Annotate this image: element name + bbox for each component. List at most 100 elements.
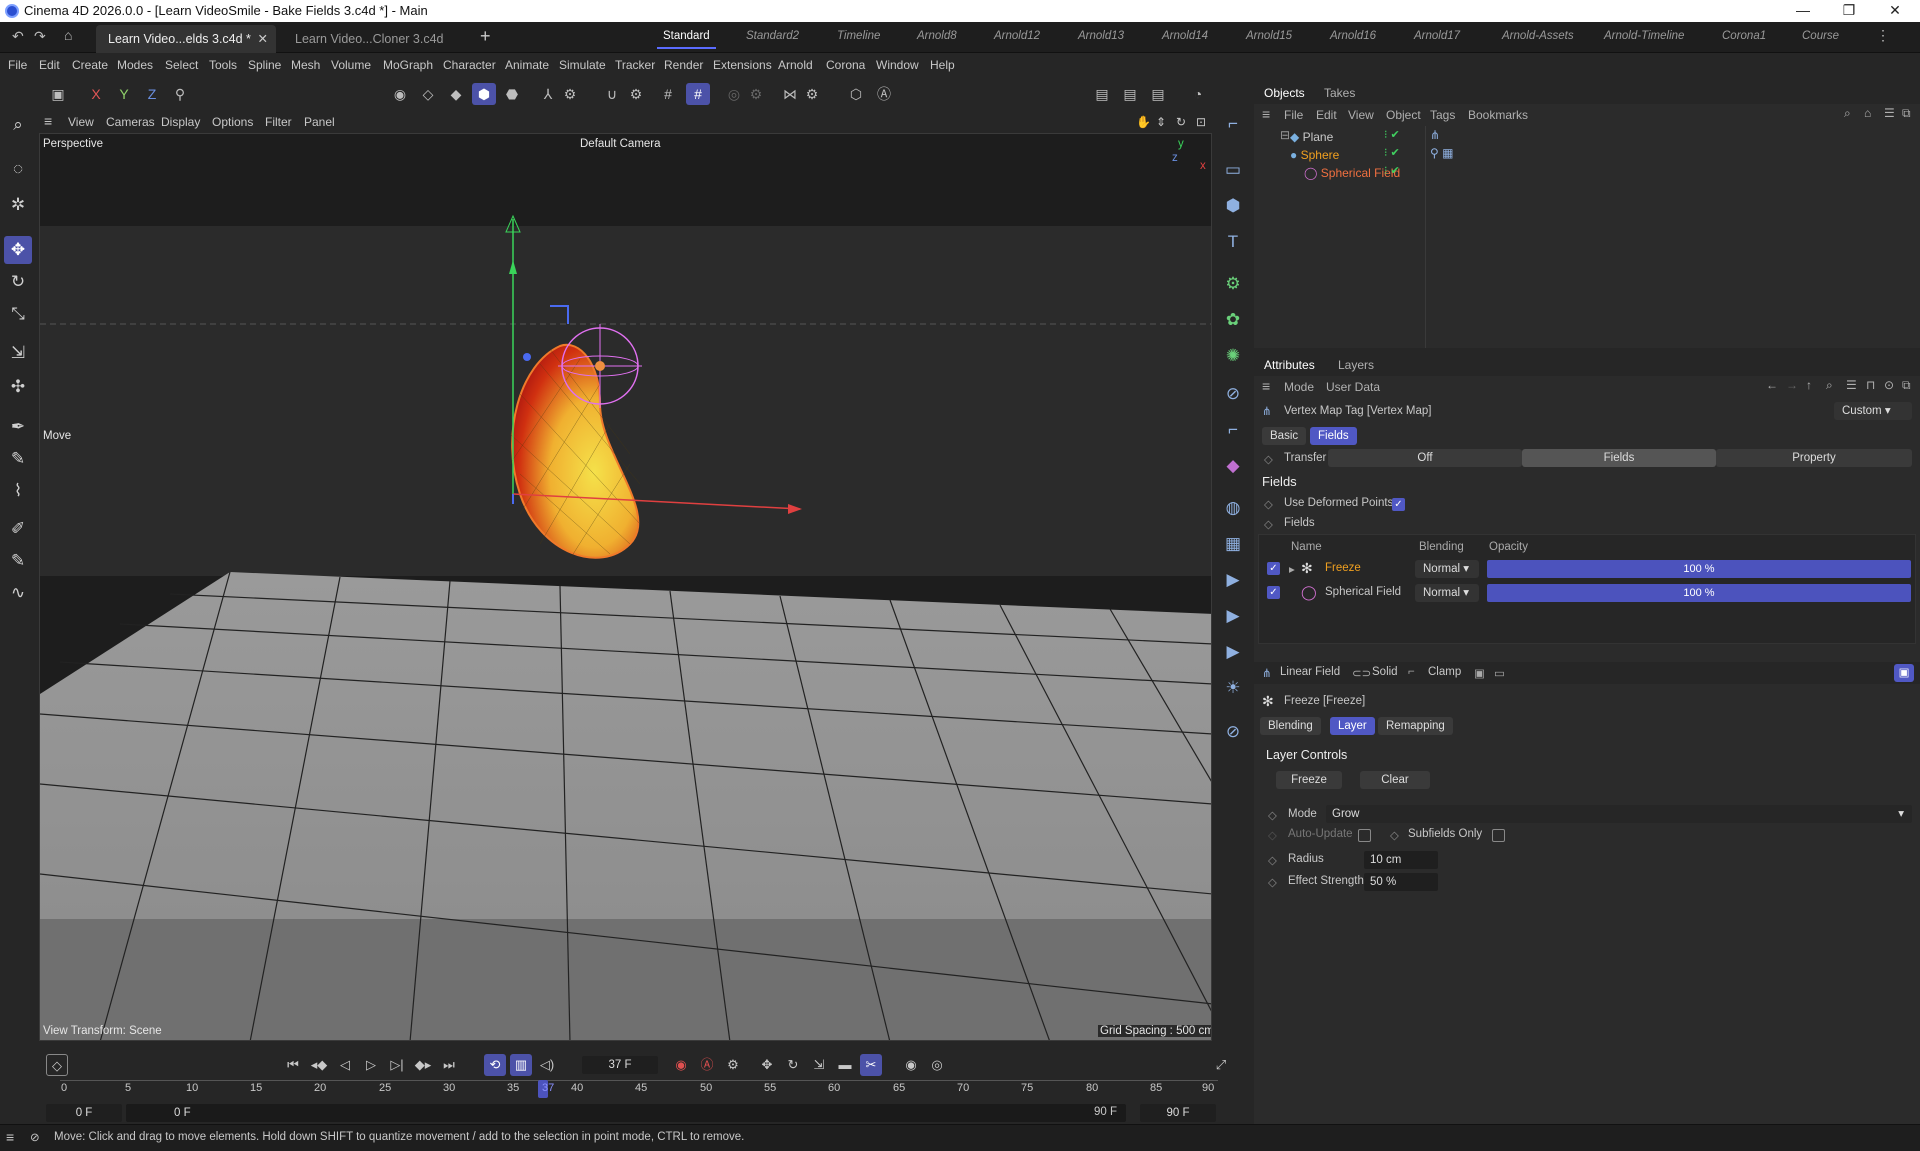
3d-viewport[interactable]: Perspective Default Camera Move View Tra… [39, 133, 1212, 1041]
coordinate-system-icon[interactable]: ⚲ [168, 83, 192, 105]
home-icon[interactable]: ⌂ [64, 27, 72, 43]
menu-extensions[interactable]: Extensions [713, 58, 772, 72]
pen-tool-icon[interactable]: ✒ [4, 413, 32, 441]
tag-icon[interactable]: ⊘ [1220, 719, 1246, 745]
close-window-button[interactable]: ✕ [1872, 0, 1918, 22]
add-solid-button[interactable]: Solid [1372, 666, 1398, 678]
play-icon[interactable]: ▷ [360, 1054, 382, 1076]
status-menu-icon[interactable]: ≡ [6, 1129, 14, 1145]
more-options-icon[interactable]: ⋮ [1876, 27, 1890, 44]
dope-sheet-icon[interactable]: ◎ [926, 1054, 948, 1076]
blending-dropdown[interactable]: Normal ▾ [1415, 584, 1479, 602]
preview-start-input[interactable]: 0 F [126, 1104, 1126, 1122]
uv-mode-icon[interactable]: ⬣ [500, 83, 524, 105]
attributes-hamburger-icon[interactable]: ≡ [1262, 378, 1270, 396]
attributes-menu-user-data[interactable]: User Data [1326, 380, 1380, 398]
layout-tab-arnold14[interactable]: Arnold14 [1162, 30, 1208, 42]
viewport-menu-filter[interactable]: Filter [265, 115, 292, 129]
layout-tab-arnold15[interactable]: Arnold15 [1246, 30, 1292, 42]
search-icon[interactable]: ⌕ [1826, 378, 1833, 396]
mode-dropdown[interactable]: Grow ▾ [1326, 805, 1912, 823]
camera-icon[interactable]: ▶ [1220, 567, 1246, 593]
rectangle-spline-icon[interactable]: ▭ [1220, 157, 1246, 183]
current-frame-input[interactable]: 37 F [582, 1056, 658, 1074]
cloner-icon[interactable]: ✿ [1220, 307, 1246, 333]
render-settings-icon[interactable]: ▤ [1146, 83, 1170, 105]
visibility-icon[interactable]: ⁝ ✔ [1384, 128, 1400, 141]
loop-icon[interactable]: ⟲ [484, 1054, 506, 1076]
objects-menu-file[interactable]: File [1284, 108, 1303, 126]
visibility-icon[interactable]: ⁝ ✔ [1384, 164, 1400, 177]
radius-input[interactable]: 10 cm [1364, 851, 1438, 869]
keyframe-icon[interactable]: ◇ [1268, 828, 1277, 842]
layout-tab-standard[interactable]: Standard [657, 30, 716, 49]
keyframe-icon[interactable]: ◇ [1268, 875, 1277, 889]
tab-layers[interactable]: Layers [1338, 358, 1374, 376]
maximize-button[interactable]: ❐ [1826, 0, 1872, 22]
paint-tool-icon[interactable]: ✎ [4, 547, 32, 575]
point-level-icon[interactable]: ✂ [860, 1054, 882, 1076]
soft-selection-icon[interactable]: ◎ [722, 83, 746, 105]
keyframe-icon[interactable]: ◇ [1264, 452, 1273, 466]
end-frame-input[interactable]: 90 F [1140, 1104, 1216, 1122]
lock-icon[interactable]: ⊓ [1866, 378, 1875, 396]
layout-tab-standard2[interactable]: Standard2 [746, 30, 799, 42]
attributes-menu-mode[interactable]: Mode [1284, 380, 1314, 398]
filter-icon[interactable]: ☰ [1884, 106, 1895, 124]
field-icon[interactable]: ⌐ [1220, 417, 1246, 443]
new-tab-icon[interactable]: + [480, 26, 491, 47]
scene-icon[interactable]: ▦ [1220, 531, 1246, 557]
objects-menu-edit[interactable]: Edit [1316, 108, 1337, 126]
go-to-start-icon[interactable]: ⏮ [282, 1054, 304, 1076]
generator-icon[interactable]: ⚙ [1220, 271, 1246, 297]
auto-update-checkbox[interactable] [1358, 829, 1371, 842]
keyframe-selection-icon[interactable]: ⚙ [722, 1054, 744, 1076]
layout-tab-timeline[interactable]: Timeline [837, 30, 880, 42]
search-icon[interactable]: ⌕ [4, 111, 32, 139]
sound-icon[interactable]: ◁) [536, 1054, 558, 1076]
keyframe-icon[interactable]: ◇ [1268, 853, 1277, 867]
menu-animate[interactable]: Animate [505, 58, 549, 72]
keyframe-icon[interactable]: ◇ [1264, 517, 1273, 531]
freeze-button[interactable]: Freeze [1276, 771, 1342, 789]
keyframe-mode-icon[interactable]: ◇ [46, 1054, 68, 1076]
deform-tool-icon[interactable]: ∿ [4, 579, 32, 607]
add-clamp-button[interactable]: Clamp [1428, 666, 1461, 678]
layout-tab-course[interactable]: Course [1802, 30, 1839, 42]
menu-volume[interactable]: Volume [331, 58, 371, 72]
menu-corona[interactable]: Corona [826, 58, 865, 72]
transfer-fields-option[interactable]: Fields [1522, 449, 1716, 467]
viewport-menu-display[interactable]: Display [161, 115, 200, 129]
soft-selection-settings-icon[interactable]: ⚙ [744, 83, 768, 105]
layout-tab-corona1[interactable]: Corona1 [1722, 30, 1766, 42]
settings-icon[interactable]: ⊙ [1884, 378, 1894, 396]
objects-hamburger-icon[interactable]: ≡ [1262, 106, 1270, 124]
render-queue-icon[interactable]: ◔ [1186, 83, 1210, 105]
objects-menu-tags[interactable]: Tags [1430, 108, 1455, 126]
layer-tab-layer[interactable]: Layer [1330, 717, 1375, 735]
doc-tab-cloner[interactable]: Learn Video...Cloner 3.c4d [283, 25, 455, 53]
position-key-icon[interactable]: ✥ [756, 1054, 778, 1076]
tag-icon[interactable]: ⋔ [1430, 128, 1440, 142]
environment-icon[interactable]: ◍ [1220, 495, 1246, 521]
render-region-icon[interactable]: ▤ [1090, 83, 1114, 105]
layout-tab-arnold17[interactable]: Arnold17 [1414, 30, 1460, 42]
object-row-sphere[interactable]: ● Sphere [1290, 146, 1339, 164]
expand-arrow-icon[interactable]: ▸ [1289, 562, 1295, 576]
scale-tool-icon[interactable]: ⤡ [4, 300, 32, 328]
render-camera-icon[interactable]: ▶ [1220, 603, 1246, 629]
menu-spline[interactable]: Spline [248, 58, 281, 72]
menu-character[interactable]: Character [443, 58, 496, 72]
filter-icon[interactable]: ☰ [1846, 378, 1857, 396]
menu-tools[interactable]: Tools [209, 58, 237, 72]
layout-tab-arnold12[interactable]: Arnold12 [994, 30, 1040, 42]
objects-menu-object[interactable]: Object [1386, 108, 1421, 126]
previous-frame-icon[interactable]: ◁ [334, 1054, 356, 1076]
start-frame-input[interactable]: 0 F [46, 1104, 122, 1122]
doc-tab-bake-fields[interactable]: Learn Video...elds 3.c4d * ✕ [96, 25, 276, 53]
objects-menu-view[interactable]: View [1348, 108, 1374, 126]
axis-x-button[interactable]: X [84, 83, 108, 105]
layout-tab-arnold13[interactable]: Arnold13 [1078, 30, 1124, 42]
symmetry-icon[interactable]: ⋈ [778, 83, 802, 105]
transfer-property-option[interactable]: Property [1716, 449, 1912, 467]
